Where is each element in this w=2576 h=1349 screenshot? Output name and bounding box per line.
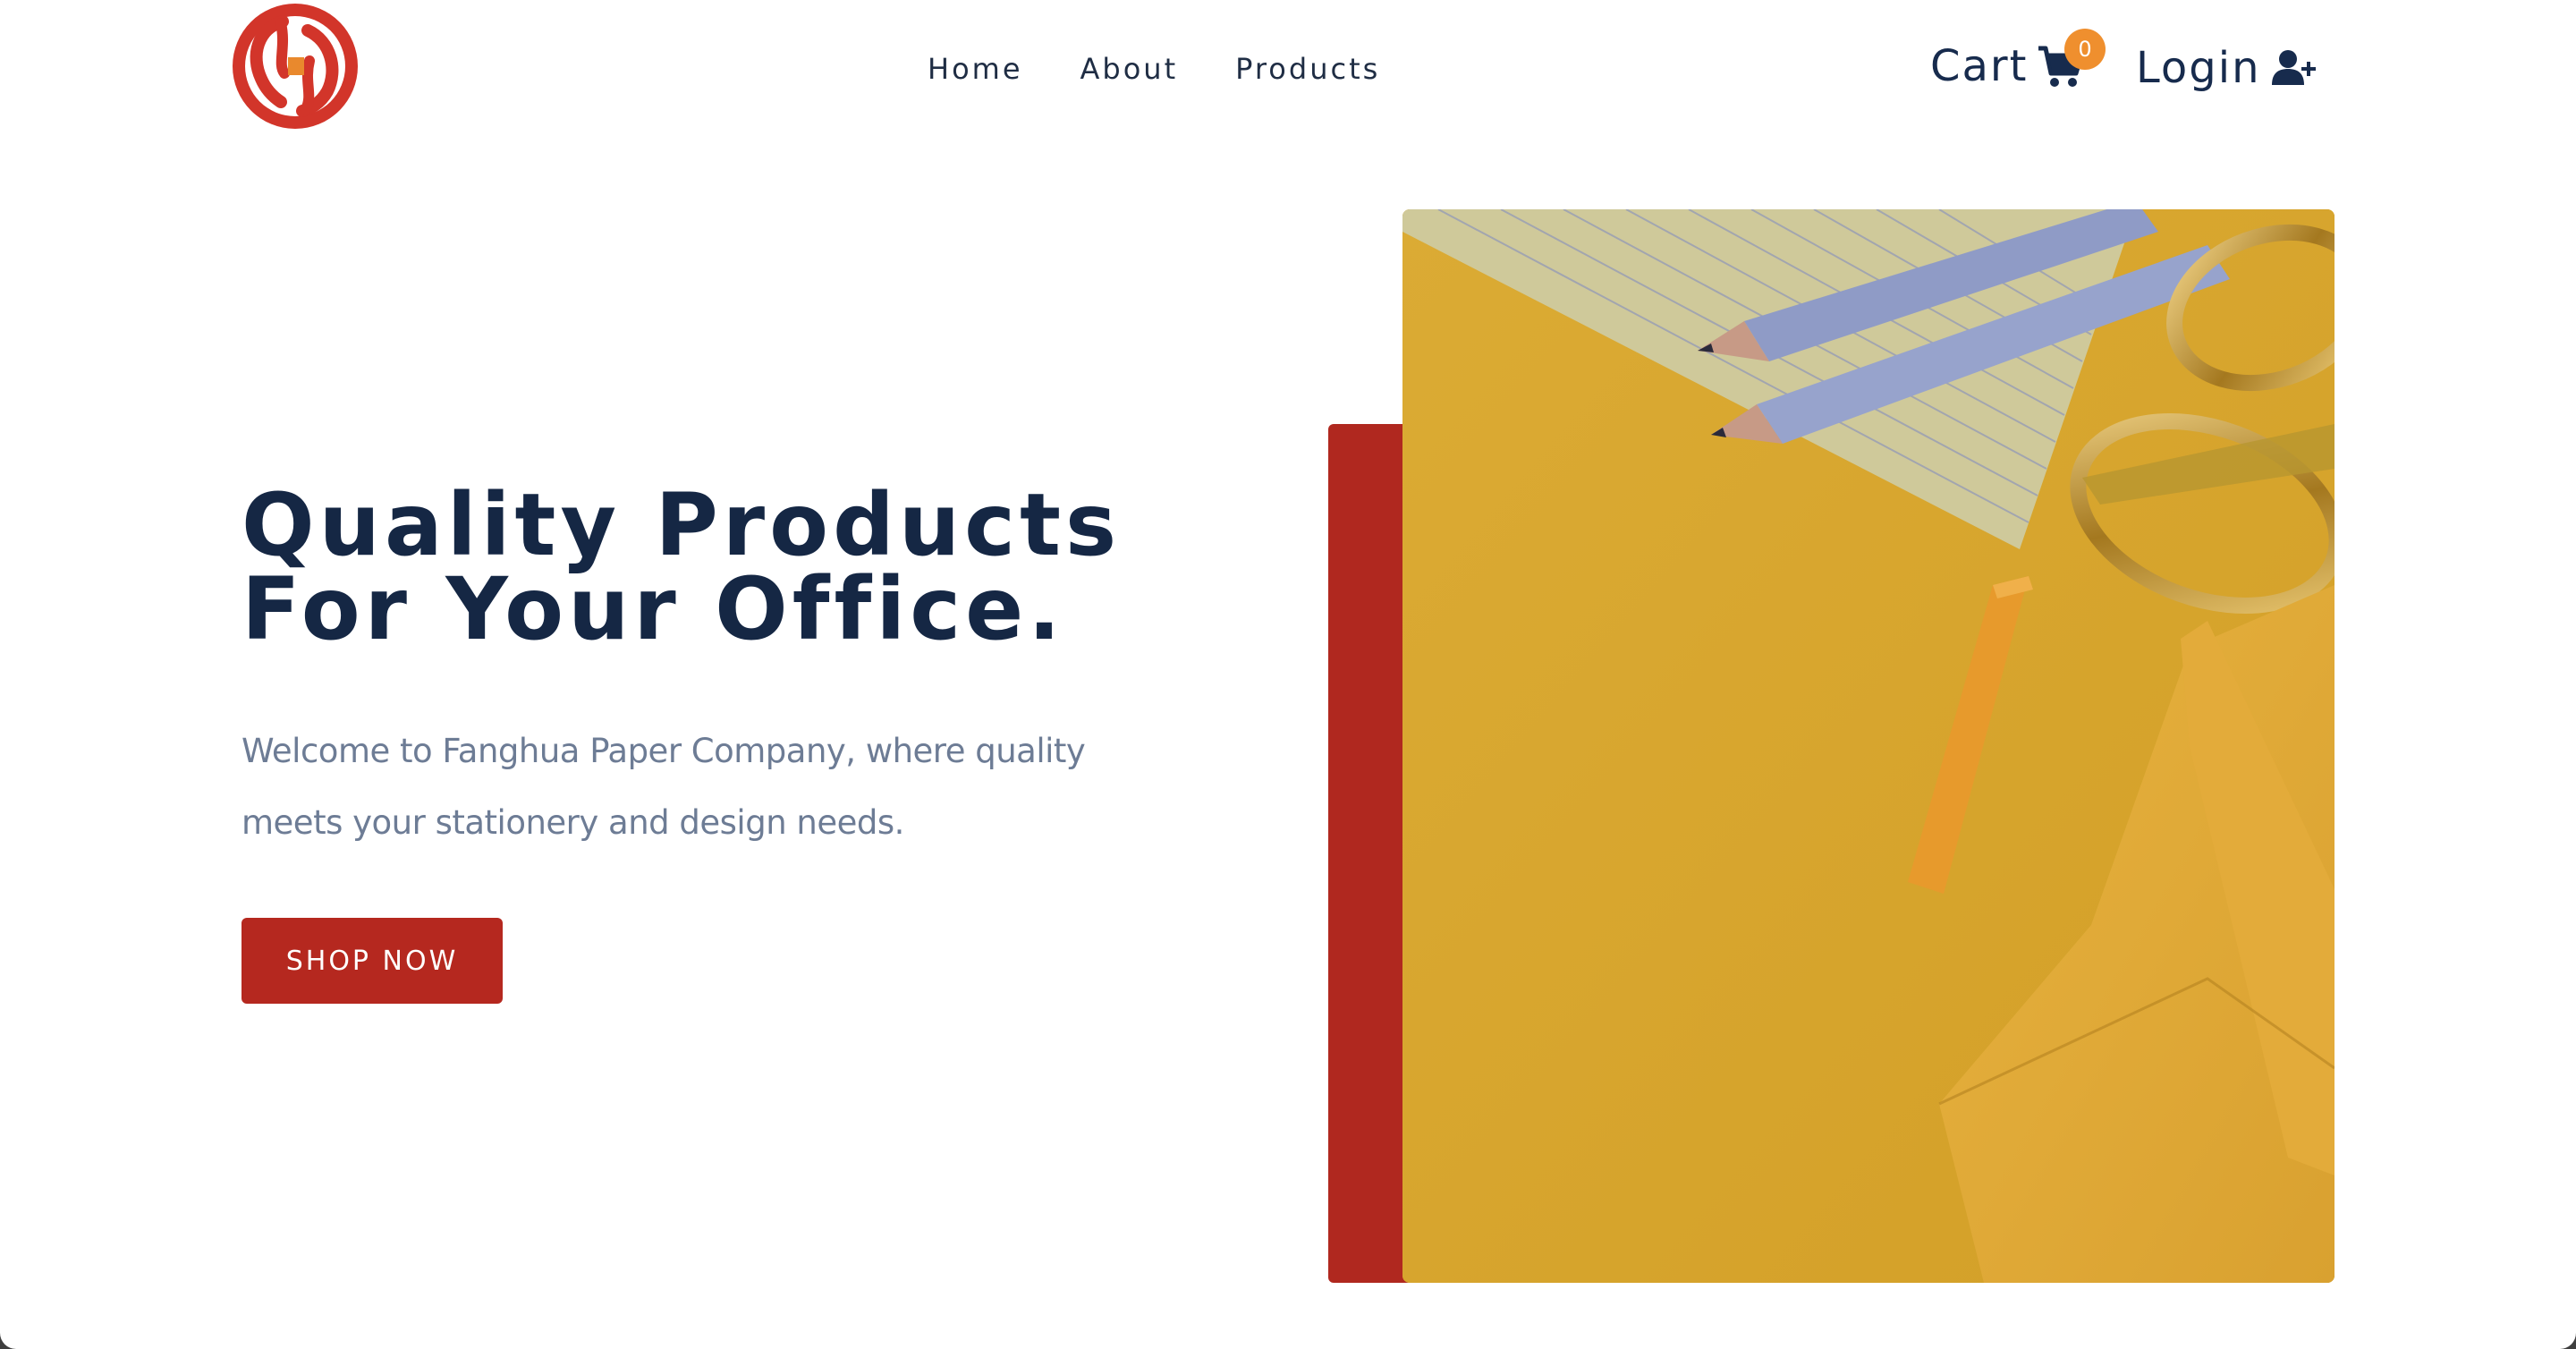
cart-count-badge: 0 [2064, 29, 2106, 70]
nav-about-link[interactable]: About [1080, 52, 1179, 86]
shop-now-button[interactable]: SHOP NOW [242, 918, 503, 1004]
login-label: Login [2136, 43, 2261, 93]
nav-products-link[interactable]: Products [1235, 52, 1380, 86]
main-nav: Home About Products [928, 52, 1380, 86]
hero-subtitle-line2: meets your stationery and design needs. [242, 803, 904, 842]
cart-label: Cart [1930, 41, 2029, 91]
user-plus-icon [2271, 50, 2316, 85]
page: Home About Products Cart 0 Login Quality… [0, 0, 2576, 1349]
hero-image [1402, 209, 2334, 1283]
hero-subtitle: Welcome to Fanghua Paper Company, where … [242, 716, 1118, 859]
fanghua-logo-icon[interactable] [231, 2, 360, 131]
office-supplies-photo [1402, 209, 2334, 1283]
hero-title: Quality Products For Your Office. [242, 482, 1225, 652]
hero-title-line2: For Your Office. [242, 559, 1065, 659]
cart-button[interactable]: Cart 0 [1930, 29, 2106, 91]
login-button[interactable]: Login [2136, 43, 2318, 93]
nav-home-link[interactable]: Home [928, 52, 1023, 86]
hero-subtitle-line1: Welcome to Fanghua Paper Company, where … [242, 732, 1086, 770]
